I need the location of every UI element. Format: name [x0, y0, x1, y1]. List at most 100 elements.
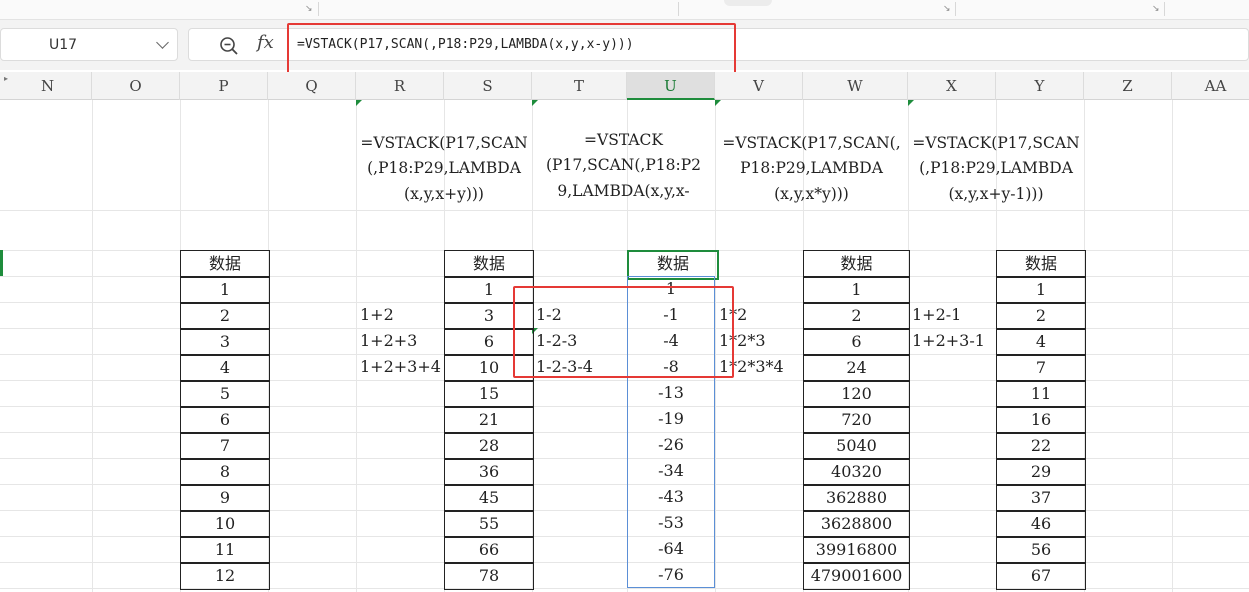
table-header-cell[interactable]: 数据 — [803, 250, 910, 278]
column-header-u[interactable]: U — [627, 72, 715, 100]
table-cell[interactable]: 12 — [180, 562, 270, 590]
table-cell[interactable]: 1 — [803, 276, 910, 304]
table-cell[interactable]: 720 — [803, 406, 910, 434]
table-cell[interactable]: 39916800 — [803, 536, 910, 564]
table-cell[interactable]: 6 — [803, 328, 910, 356]
dialog-launcher-icon[interactable]: ↘ — [305, 4, 313, 14]
table-cell[interactable]: 2 — [803, 302, 910, 330]
table-cell[interactable]: 10 — [180, 510, 270, 538]
column-header-w[interactable]: W — [803, 72, 908, 100]
table-cell[interactable]: 21 — [444, 406, 534, 434]
column-header-q[interactable]: Q — [268, 72, 356, 100]
explain-cell[interactable]: 1+2-1 — [908, 302, 1000, 328]
table-cell[interactable]: 1 — [996, 276, 1086, 304]
column-header-x[interactable]: X — [908, 72, 996, 100]
table-cell[interactable]: 2 — [996, 302, 1086, 330]
table-cell[interactable]: 5 — [180, 380, 270, 408]
column-header-y[interactable]: Y — [996, 72, 1084, 100]
row-selection-marker — [0, 250, 3, 276]
explain-cell[interactable]: 1+2 — [356, 302, 480, 328]
column-header-p[interactable]: P — [180, 72, 268, 100]
table-cell[interactable]: 55 — [444, 510, 534, 538]
table-cell[interactable]: 5040 — [803, 432, 910, 460]
table-cell[interactable]: 45 — [444, 484, 534, 512]
table-cell[interactable]: 11 — [996, 380, 1086, 408]
dialog-launcher-icon[interactable]: ↘ — [943, 4, 951, 14]
table-cell[interactable]: 1 — [180, 276, 270, 304]
table-cell[interactable]: 7 — [180, 432, 270, 460]
column-header-n[interactable]: N — [4, 72, 92, 100]
note-line: (P17,SCAN(,P18:P2 — [546, 156, 701, 174]
column-header-t[interactable]: T — [532, 72, 627, 100]
ribbon-collapse-handle[interactable] — [724, 0, 772, 6]
explain-cell[interactable]: 1+2+3+4 — [356, 354, 480, 380]
table-cell[interactable]: 6 — [180, 406, 270, 434]
chevron-down-icon[interactable] — [156, 36, 169, 49]
explain-cell[interactable]: 1+2+3 — [356, 328, 480, 354]
table-cell[interactable]: 36 — [444, 458, 534, 486]
table-cell[interactable]: 479001600 — [803, 562, 910, 590]
table-cell[interactable]: -34 — [627, 458, 715, 484]
ribbon-separator — [1164, 2, 1165, 16]
ribbon-separator — [318, 2, 319, 16]
table-cell[interactable]: 24 — [803, 354, 910, 382]
comment-marker-icon — [356, 100, 362, 106]
table-cell[interactable]: 37 — [996, 484, 1086, 512]
name-box[interactable]: U17 — [0, 28, 178, 61]
table-cell[interactable]: 46 — [996, 510, 1086, 538]
table-cell[interactable]: 66 — [444, 536, 534, 564]
table-cell[interactable]: 28 — [444, 432, 534, 460]
column-header-v[interactable]: V — [715, 72, 803, 100]
table-header-cell[interactable]: 数据 — [444, 250, 534, 278]
column-header-r[interactable]: R — [356, 72, 444, 100]
table-cell[interactable]: -13 — [627, 380, 715, 406]
table-cell[interactable]: 120 — [803, 380, 910, 408]
zoom-out-icon[interactable] — [219, 36, 239, 56]
table-cell[interactable]: 11 — [180, 536, 270, 564]
table-cell[interactable]: 15 — [444, 380, 534, 408]
table-cell[interactable]: 29 — [996, 458, 1086, 486]
table-cell[interactable]: 3628800 — [803, 510, 910, 538]
column-header-aa[interactable]: AA — [1172, 72, 1249, 100]
table-cell[interactable]: -19 — [627, 406, 715, 432]
table-cell[interactable]: 362880 — [803, 484, 910, 512]
table-cell[interactable]: 7 — [996, 354, 1086, 382]
column-header-s[interactable]: S — [444, 72, 532, 100]
table-cell[interactable]: 78 — [444, 562, 534, 590]
note-line: (x,y,x+y))) — [404, 185, 484, 203]
table-cell[interactable]: 3 — [180, 328, 270, 356]
ribbon-separator — [955, 2, 956, 16]
table-cell[interactable]: 9 — [180, 484, 270, 512]
note-line: =VSTACK(P17,SCAN — [360, 134, 528, 152]
comment-marker-icon — [532, 100, 538, 106]
table-cell[interactable]: -43 — [627, 484, 715, 510]
table-header-cell[interactable]: 数据 — [180, 250, 270, 278]
table-cell[interactable]: 67 — [996, 562, 1086, 590]
table-cell[interactable]: 16 — [996, 406, 1086, 434]
note-line: (x,y,x+y-1))) — [948, 185, 1044, 203]
name-box-value[interactable]: U17 — [49, 37, 77, 53]
table-cell[interactable]: -76 — [627, 562, 715, 588]
column-header-z[interactable]: Z — [1084, 72, 1172, 100]
table-cell[interactable]: 56 — [996, 536, 1086, 564]
table-cell[interactable]: 2 — [180, 302, 270, 330]
note-line: (,P18:P29,LAMBDA — [367, 159, 521, 177]
table-cell[interactable]: -64 — [627, 536, 715, 562]
table-cell[interactable]: -53 — [627, 510, 715, 536]
table-header-cell[interactable]: 数据 — [996, 250, 1086, 278]
function-icon[interactable]: fx — [257, 32, 274, 53]
note-line: (x,y,x*y))) — [774, 185, 849, 203]
note-line: =VSTACK(P17,SCAN — [912, 134, 1080, 152]
table-cell[interactable]: 4 — [996, 328, 1086, 356]
dialog-launcher-icon[interactable]: ↘ — [1152, 4, 1160, 14]
table-cell[interactable]: 8 — [180, 458, 270, 486]
table-cell[interactable]: 4 — [180, 354, 270, 382]
note-line: 9,LAMBDA(x,y,x- — [557, 182, 690, 200]
ribbon-edge: ↘ ↘ ↘ — [0, 0, 1249, 20]
table-cell[interactable]: -26 — [627, 432, 715, 458]
note-line: =VSTACK — [584, 131, 663, 149]
table-cell[interactable]: 40320 — [803, 458, 910, 486]
explain-cell[interactable]: 1+2+3-1 — [908, 328, 1000, 354]
table-cell[interactable]: 22 — [996, 432, 1086, 460]
column-header-o[interactable]: O — [92, 72, 180, 100]
